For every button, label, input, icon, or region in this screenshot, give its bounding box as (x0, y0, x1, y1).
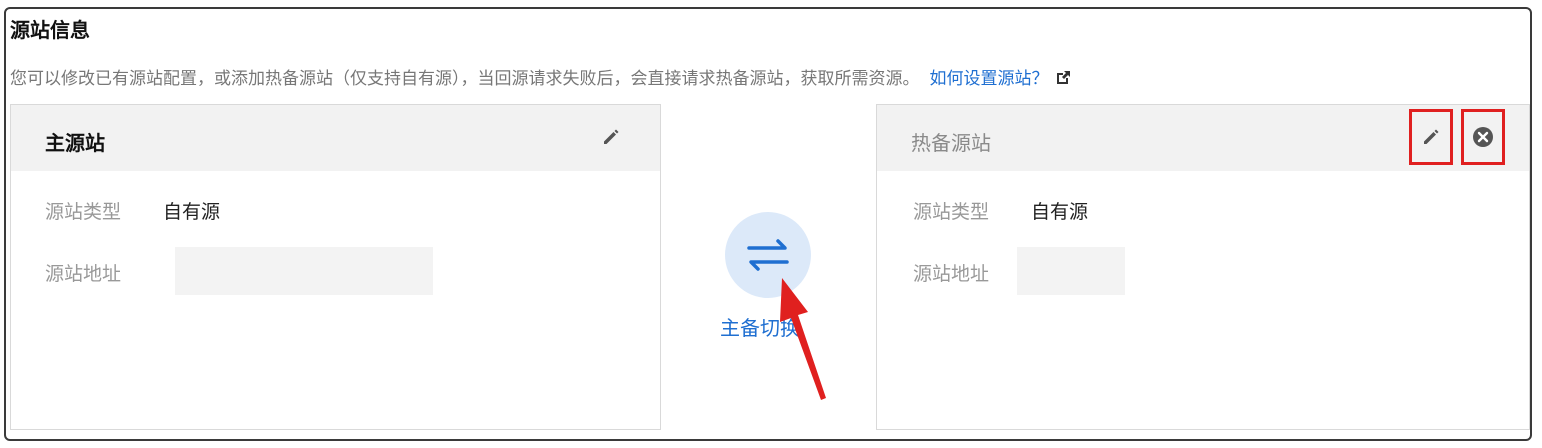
edit-icon[interactable] (601, 127, 621, 151)
backup-edit-button[interactable] (1409, 109, 1453, 165)
edit-icon (1424, 129, 1439, 144)
primary-origin-title: 主源站 (45, 131, 105, 155)
origin-address-value (175, 247, 433, 295)
external-link-icon[interactable] (1055, 70, 1071, 91)
origin-address-label: 源站地址 (45, 263, 122, 285)
origin-type-value: 自有源 (1031, 201, 1089, 223)
origin-type-label: 源站类型 (913, 201, 990, 223)
close-circle-icon (1473, 127, 1493, 147)
description-text: 您可以修改已有源站配置，或添加热备源站（仅支持自有源），当回源请求失败后，会直接… (10, 69, 920, 89)
section-description: 您可以修改已有源站配置，或添加热备源站（仅支持自有源），当回源请求失败后，会直接… (10, 64, 1071, 91)
origin-type-value: 自有源 (163, 201, 221, 223)
backup-origin-title: 热备源站 (911, 131, 991, 155)
help-link[interactable]: 如何设置源站？ (930, 69, 1049, 89)
section-title: 源站信息 (10, 18, 90, 42)
origin-address-label: 源站地址 (913, 263, 990, 285)
primary-origin-panel: 主源站 源站类型 自有源 源站地址 (10, 104, 661, 430)
backup-origin-panel: 热备源站 源站类型 自有源 源站地址 (876, 104, 1530, 430)
origin-address-value (1017, 247, 1125, 295)
origin-type-label: 源站类型 (45, 201, 122, 223)
annotation-arrow-icon (780, 278, 826, 400)
backup-origin-header: 热备源站 (877, 105, 1529, 171)
primary-origin-header: 主源站 (11, 105, 660, 171)
backup-delete-button[interactable] (1461, 109, 1505, 165)
